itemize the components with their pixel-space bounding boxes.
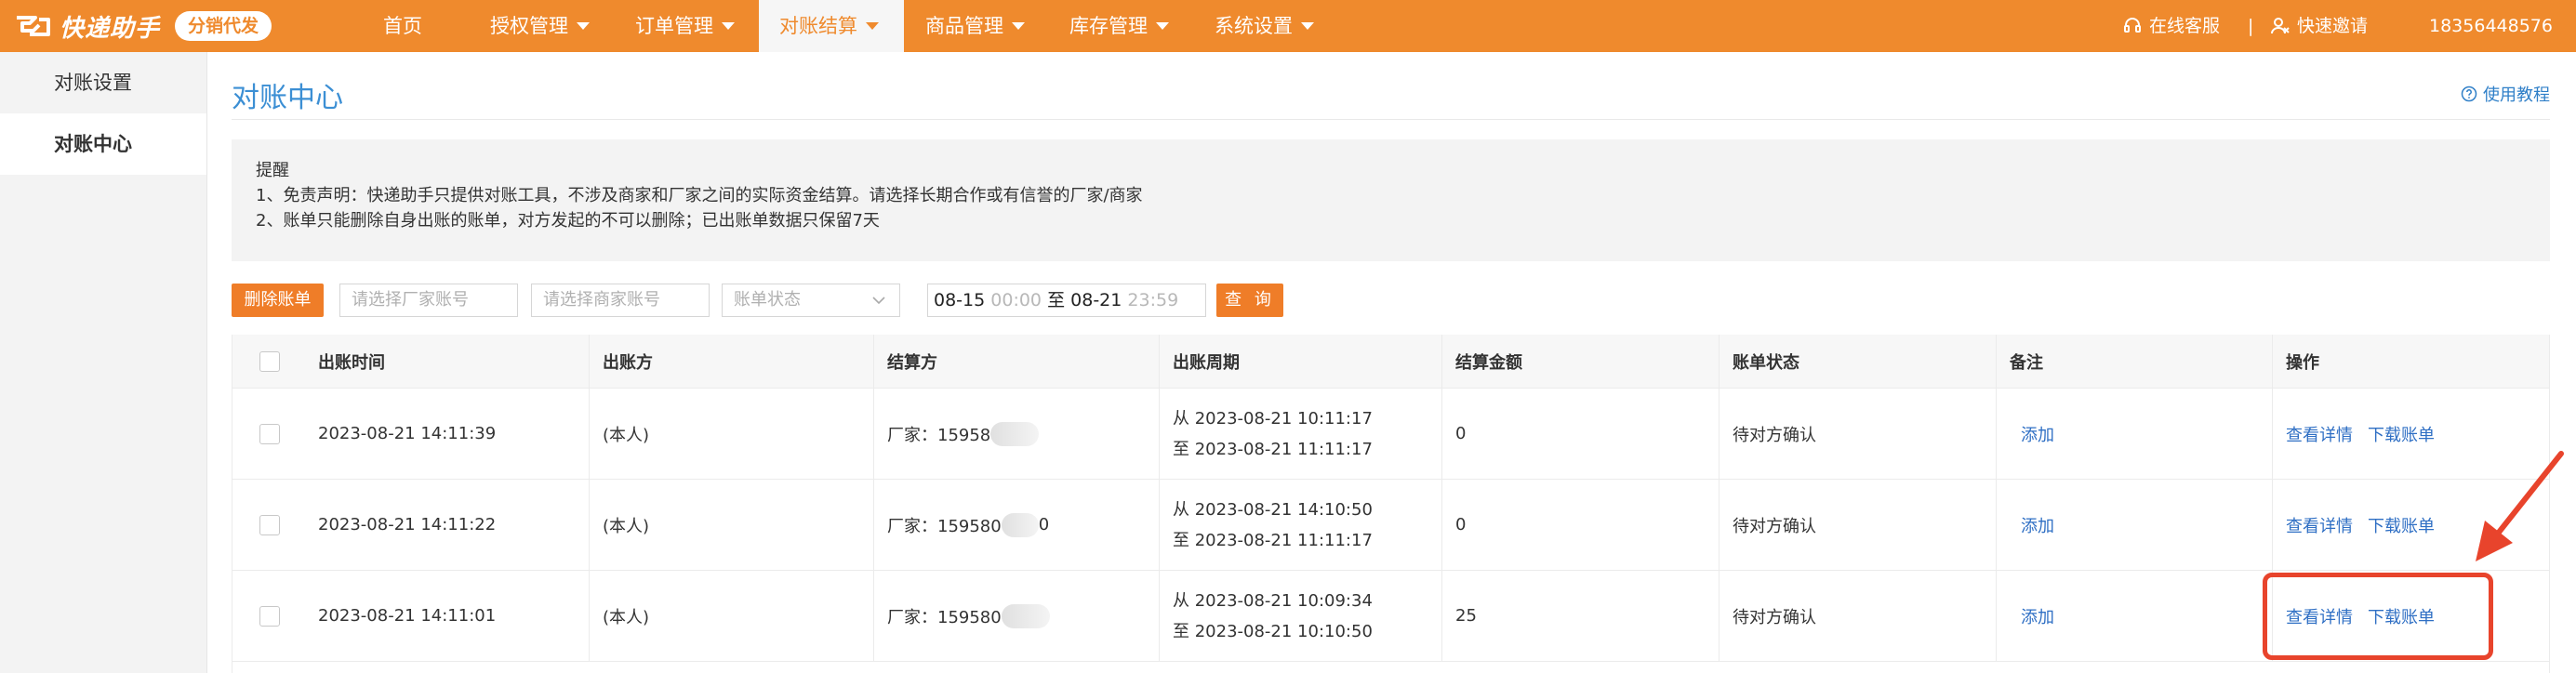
notice-panel: 提醒 1、免责声明：快递助手只提供对账工具，不涉及商家和厂家之间的实际资金结算。… bbox=[232, 139, 2550, 261]
sidebar-item-reconciliation-center[interactable]: 对账中心 bbox=[0, 113, 206, 175]
nav-auth-management[interactable]: 授权管理 bbox=[490, 0, 590, 52]
caret-down-icon bbox=[1301, 22, 1314, 30]
app-logo[interactable]: 快递助手 分销代发 bbox=[13, 9, 272, 43]
top-navbar: 快递助手 分销代发 首页 授权管理 订单管理 对账结算 商品管理 库存管理 系统… bbox=[0, 0, 2576, 52]
row-checkbox[interactable] bbox=[259, 514, 280, 535]
date-range-picker[interactable]: 08-15 00:00 至 08-21 23:59 bbox=[927, 284, 1206, 317]
add-remark-link[interactable]: 添加 bbox=[2021, 604, 2054, 628]
col-header: 结算方 bbox=[873, 335, 1159, 388]
invite-user-icon bbox=[2271, 18, 2290, 34]
bill-issuer: (本人) bbox=[589, 480, 873, 570]
bill-time: 2023-08-21 14:11:22 bbox=[318, 515, 497, 534]
table-row: 2023-08-21 14:11:22 (本人) 厂家：159580 0 从 20… bbox=[232, 480, 2549, 571]
col-header: 出账时间 bbox=[318, 352, 385, 373]
view-detail-link[interactable]: 查看详情 bbox=[2286, 513, 2353, 537]
caret-down-icon bbox=[1156, 22, 1169, 30]
remark-cell: 添加 bbox=[1996, 571, 2272, 661]
notice-line: 2、账单只能删除自身出账的账单，对方发起的不可以删除；已出账单数据只保留7天 bbox=[256, 211, 880, 231]
bill-settler: 厂家：159580 0 bbox=[873, 480, 1159, 570]
col-header: 出账周期 bbox=[1159, 335, 1441, 388]
bill-status: 待对方确认 bbox=[1719, 571, 1996, 661]
account-menu[interactable]: 18356448576 bbox=[2429, 0, 2553, 52]
bill-status-select[interactable]: 账单状态 bbox=[722, 284, 900, 317]
bill-issuer: (本人) bbox=[589, 571, 873, 661]
col-header: 备注 bbox=[1996, 335, 2272, 388]
nav-separator: | bbox=[2248, 16, 2254, 36]
bill-time: 2023-08-21 14:11:01 bbox=[318, 606, 497, 626]
nav-inventory-management[interactable]: 库存管理 bbox=[1069, 0, 1169, 52]
headset-icon bbox=[2124, 18, 2141, 33]
col-header: 结算金额 bbox=[1441, 335, 1719, 388]
caret-down-icon bbox=[1012, 22, 1025, 30]
table-row: 2023-08-21 14:11:01 (本人) 厂家：159580 从 202… bbox=[232, 571, 2549, 662]
merchant-account-select[interactable]: 请选择商家账号 bbox=[531, 284, 710, 317]
col-header: 出账方 bbox=[589, 335, 873, 388]
remark-cell: 添加 bbox=[1996, 480, 2272, 570]
row-select-cell bbox=[232, 480, 305, 570]
col-header: 账单状态 bbox=[1719, 335, 1996, 388]
bill-period: 从 2023-08-21 14:10:50 至 2023-08-21 11:11… bbox=[1159, 480, 1441, 570]
chevron-down-icon bbox=[872, 297, 885, 305]
bill-time: 2023-08-21 14:11:39 bbox=[318, 424, 497, 443]
quick-invite-link[interactable]: 快速邀请 bbox=[2271, 0, 2368, 52]
redacted-mask bbox=[1001, 603, 1050, 628]
redacted-mask bbox=[1001, 512, 1039, 537]
add-remark-link[interactable]: 添加 bbox=[2021, 422, 2054, 446]
download-bill-link[interactable]: 下载账单 bbox=[2368, 422, 2435, 446]
sidebar: 对账设置 对账中心 bbox=[0, 52, 207, 673]
bill-amount: 0 bbox=[1441, 389, 1719, 479]
row-checkbox[interactable] bbox=[259, 605, 280, 627]
table-header-row: 出账时间 出账方 结算方 出账周期 结算金额 账单状态 备注 操作 bbox=[232, 335, 2549, 389]
table-row: 2023-08-21 14:11:39 (本人) 厂家：15958 从 2023… bbox=[232, 389, 2549, 480]
tutorial-link[interactable]: 使用教程 bbox=[2461, 82, 2550, 106]
online-service-link[interactable]: 在线客服 bbox=[2123, 0, 2220, 52]
bill-issuer: (本人) bbox=[589, 389, 873, 479]
bill-status: 待对方确认 bbox=[1719, 389, 1996, 479]
nav-order-management[interactable]: 订单管理 bbox=[635, 0, 735, 52]
nav-home[interactable]: 首页 bbox=[383, 0, 422, 52]
page-title: 对账中心 bbox=[232, 82, 343, 114]
bill-settler: 厂家：15958 bbox=[873, 389, 1159, 479]
bill-period: 从 2023-08-21 10:09:34 至 2023-08-21 10:10… bbox=[1159, 571, 1441, 661]
logo-icon bbox=[17, 16, 50, 36]
col-header: 操作 bbox=[2272, 335, 2549, 388]
bill-amount: 25 bbox=[1441, 571, 1719, 661]
bill-settler: 厂家：159580 bbox=[873, 571, 1159, 661]
download-bill-link[interactable]: 下载账单 bbox=[2368, 513, 2435, 537]
select-all-cell bbox=[232, 335, 305, 388]
annotation-highlight-box bbox=[2263, 573, 2493, 660]
logo-text: 快递助手 bbox=[60, 14, 161, 43]
notice-heading: 提醒 bbox=[256, 161, 289, 180]
row-select-cell bbox=[232, 389, 305, 479]
bill-period: 从 2023-08-21 10:11:17 至 2023-08-21 11:11… bbox=[1159, 389, 1441, 479]
row-checkbox[interactable] bbox=[259, 423, 280, 444]
title-divider bbox=[232, 119, 2550, 120]
nav-system-settings[interactable]: 系统设置 bbox=[1215, 0, 1314, 52]
annotation-arrow-icon bbox=[2476, 451, 2564, 561]
remark-cell: 添加 bbox=[1996, 389, 2272, 479]
view-detail-link[interactable]: 查看详情 bbox=[2286, 422, 2353, 446]
nav-product-management[interactable]: 商品管理 bbox=[925, 0, 1025, 52]
redacted-mask bbox=[990, 421, 1040, 446]
select-all-checkbox[interactable] bbox=[259, 350, 280, 372]
bill-amount: 0 bbox=[1441, 480, 1719, 570]
bill-table: 出账时间 出账方 结算方 出账周期 结算金额 账单状态 备注 操作 2023-0… bbox=[232, 335, 2550, 673]
distribution-badge: 分销代发 bbox=[175, 11, 272, 41]
nav-reconciliation[interactable]: 对账结算 bbox=[759, 0, 904, 52]
caret-down-icon bbox=[866, 22, 879, 30]
factory-account-select[interactable]: 请选择厂家账号 bbox=[339, 284, 518, 317]
notice-line: 1、免责声明：快递助手只提供对账工具，不涉及商家和厂家之间的实际资金结算。请选择… bbox=[256, 186, 1143, 205]
bill-status: 待对方确认 bbox=[1719, 480, 1996, 570]
help-circle-icon bbox=[2461, 86, 2477, 102]
row-select-cell bbox=[232, 571, 305, 661]
query-button[interactable]: 查 询 bbox=[1216, 284, 1283, 317]
caret-down-icon bbox=[577, 22, 590, 30]
sidebar-item-reconciliation-settings[interactable]: 对账设置 bbox=[0, 52, 206, 113]
caret-down-icon bbox=[722, 22, 735, 30]
add-remark-link[interactable]: 添加 bbox=[2021, 513, 2054, 537]
delete-bill-button[interactable]: 删除账单 bbox=[232, 284, 324, 317]
